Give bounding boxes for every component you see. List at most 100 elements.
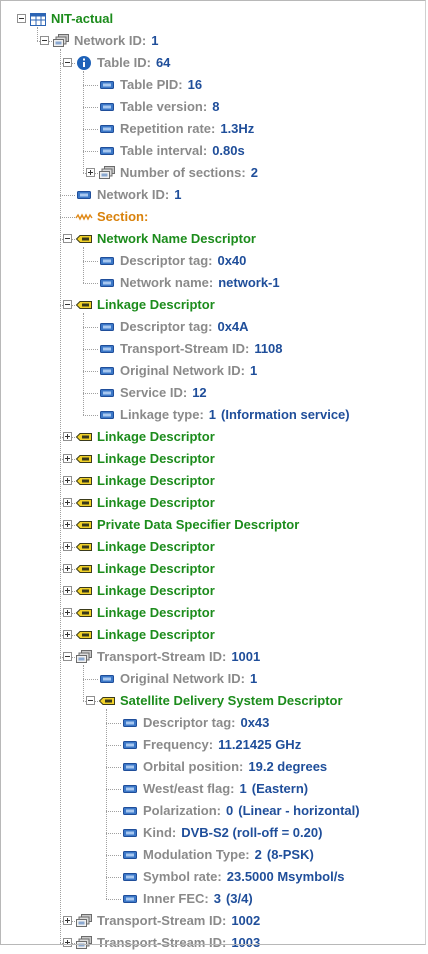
node-field: Table PID: 16 [120,77,202,93]
field-value: 3 [213,891,221,906]
node-field: Repetition rate: 1.3Hz [120,121,254,137]
tree-node-symbol-rate[interactable]: Symbol rate: 23.5000 Msymbol/s [0,866,426,888]
tree-node-west-east-flag[interactable]: West/east flag: 1 (Eastern) [0,778,426,800]
field-key: Table PID: [120,77,183,92]
expand-toggle[interactable] [63,564,72,573]
tree-node-modulation-type[interactable]: Modulation Type: 2 (8-PSK) [0,844,426,866]
field-key: Descriptor tag: [143,715,236,730]
tree-node-linkage-descriptor[interactable]: Linkage Descriptor [0,470,426,492]
field-extra: (Linear - horizontal) [238,803,360,818]
collapse-toggle[interactable] [63,234,72,243]
tree-node-number-of-sections[interactable]: Number of sections: 2 [0,162,426,184]
tree-node-polarization[interactable]: Polarization: 0 (Linear - horizontal) [0,800,426,822]
field-icon [98,385,116,401]
field-key: Descriptor tag: [120,319,213,334]
node-field: Linkage type: 1 (Information service) [120,407,350,423]
tree-node-linkage-descriptor[interactable]: Linkage Descriptor [0,426,426,448]
tree-connector-line [83,415,98,416]
tree-node-transport-stream-id[interactable]: Transport-Stream ID: 1003 [0,932,426,954]
group-icon [52,33,70,49]
expand-toggle[interactable] [63,498,72,507]
tree-node-frequency[interactable]: Frequency: 11.21425 GHz [0,734,426,756]
field-value: 1003 [231,935,261,950]
collapse-toggle[interactable] [63,300,72,309]
tree-node-linkage-descriptor[interactable]: Linkage Descriptor [0,602,426,624]
group-icon [75,935,93,951]
tree-node-repetition-rate[interactable]: Repetition rate: 1.3Hz [0,118,426,140]
tree-node-linkage-descriptor[interactable]: Linkage Descriptor [0,294,426,316]
tree-node-original-network-id[interactable]: Original Network ID: 1 [0,360,426,382]
tree-node-kind[interactable]: Kind: DVB-S2 (roll-off = 0.20) [0,822,426,844]
tree-node-private-data-specifier-descriptor[interactable]: Private Data Specifier Descriptor [0,514,426,536]
tree-node-linkage-type[interactable]: Linkage type: 1 (Information service) [0,404,426,426]
tree-node-linkage-descriptor[interactable]: Linkage Descriptor [0,448,426,470]
field-value: 1108 [254,341,283,356]
node-field: Transport-Stream ID: 1001 [97,649,260,665]
tree-node-satellite-delivery-system-descriptor[interactable]: Satellite Delivery System Descriptor [0,690,426,712]
expand-toggle[interactable] [63,586,72,595]
tree-node-transport-stream-id[interactable]: Transport-Stream ID: 1002 [0,910,426,932]
tree-node-descriptor-tag[interactable]: Descriptor tag: 0x43 [0,712,426,734]
descriptor-icon [75,495,93,511]
expand-toggle[interactable] [63,454,72,463]
tree-node-linkage-descriptor[interactable]: Linkage Descriptor [0,492,426,514]
tree-connector-line [83,261,98,262]
collapse-toggle[interactable] [17,14,26,23]
field-value: network-1 [218,275,280,290]
nit-tree-view[interactable]: NIT-actual Network ID: 1 Table ID: 64 Table P… [0,0,426,950]
tree-node-descriptor-tag[interactable]: Descriptor tag: 0x40 [0,250,426,272]
expand-toggle[interactable] [63,938,72,947]
field-icon [121,759,139,775]
tree-node-table-pid[interactable]: Table PID: 16 [0,74,426,96]
field-icon [98,363,116,379]
node-field: Polarization: 0 (Linear - horizontal) [143,803,360,819]
tree-node-nit-actual[interactable]: NIT-actual [0,8,426,30]
tree-node-orbital-position[interactable]: Orbital position: 19.2 degrees [0,756,426,778]
tree-node-network-id[interactable]: Network ID: 1 [0,184,426,206]
tree-node-linkage-descriptor[interactable]: Linkage Descriptor [0,536,426,558]
expand-toggle[interactable] [63,520,72,529]
expand-toggle[interactable] [63,916,72,925]
field-value: 11.21425 GHz [218,737,302,752]
expand-toggle[interactable] [63,608,72,617]
field-key: Transport-Stream ID: [97,649,227,664]
expand-toggle[interactable] [86,168,95,177]
node-field: Transport-Stream ID: 1003 [97,935,260,951]
tree-node-descriptor-tag[interactable]: Descriptor tag: 0x4A [0,316,426,338]
tree-connector-line [83,107,98,108]
field-key: Transport-Stream ID: [120,341,250,356]
expand-toggle[interactable] [63,432,72,441]
tree-node-linkage-descriptor[interactable]: Linkage Descriptor [0,624,426,646]
tree-node-section[interactable]: Section: [0,206,426,228]
tree-connector-line [83,327,98,328]
field-icon [98,253,116,269]
field-value: 0.80s [212,143,245,158]
collapse-toggle[interactable] [86,696,95,705]
field-key: Table interval: [120,143,208,158]
tree-node-transport-stream-id[interactable]: Transport-Stream ID: 1108 [0,338,426,360]
node-label: Private Data Specifier Descriptor [97,517,300,532]
field-key: Kind: [143,825,177,840]
tree-node-linkage-descriptor[interactable]: Linkage Descriptor [0,580,426,602]
field-icon [98,99,116,115]
tree-node-network-name-descriptor[interactable]: Network Name Descriptor [0,228,426,250]
tree-connector-line [106,745,121,746]
tree-node-transport-stream-id[interactable]: Transport-Stream ID: 1001 [0,646,426,668]
expand-toggle[interactable] [63,542,72,551]
tree-node-table-id[interactable]: Table ID: 64 [0,52,426,74]
tree-node-inner-fec[interactable]: Inner FEC: 3 (3/4) [0,888,426,910]
field-icon [121,803,139,819]
tree-node-original-network-id[interactable]: Original Network ID: 1 [0,668,426,690]
collapse-toggle[interactable] [63,58,72,67]
tree-node-network-id[interactable]: Network ID: 1 [0,30,426,52]
collapse-toggle[interactable] [40,36,49,45]
tree-node-network-name[interactable]: Network name: network-1 [0,272,426,294]
node-field: Inner FEC: 3 (3/4) [143,891,253,907]
tree-node-service-id[interactable]: Service ID: 12 [0,382,426,404]
tree-node-linkage-descriptor[interactable]: Linkage Descriptor [0,558,426,580]
tree-node-table-interval[interactable]: Table interval: 0.80s [0,140,426,162]
expand-toggle[interactable] [63,630,72,639]
collapse-toggle[interactable] [63,652,72,661]
tree-node-table-version[interactable]: Table version: 8 [0,96,426,118]
expand-toggle[interactable] [63,476,72,485]
